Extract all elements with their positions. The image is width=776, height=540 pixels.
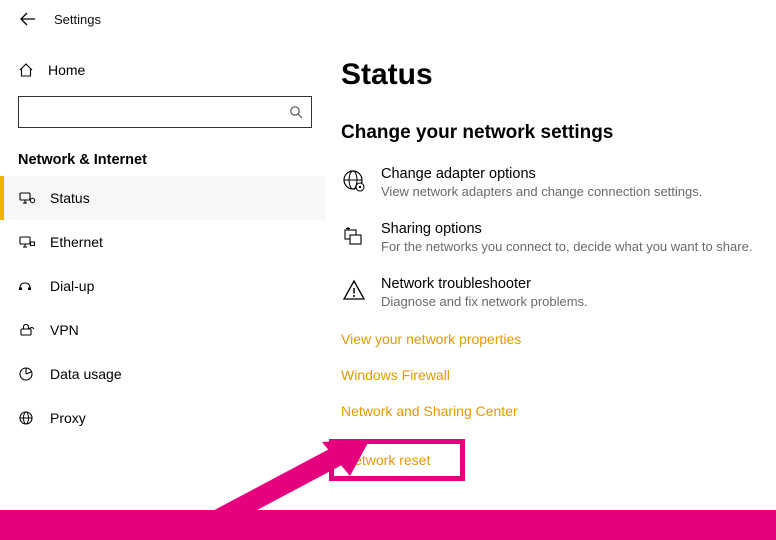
option-desc: For the networks you connect to, decide … bbox=[381, 239, 752, 254]
sidebar-item-label: Dial-up bbox=[50, 278, 94, 294]
link-view-properties[interactable]: View your network properties bbox=[341, 331, 521, 347]
option-desc: Diagnose and fix network problems. bbox=[381, 294, 588, 309]
sidebar-item-datausage[interactable]: Data usage bbox=[0, 352, 325, 396]
sidebar-item-label: Ethernet bbox=[50, 234, 103, 250]
home-icon bbox=[18, 62, 34, 78]
option-title: Network troubleshooter bbox=[381, 276, 588, 292]
option-desc: View network adapters and change connect… bbox=[381, 184, 702, 199]
window-title: Settings bbox=[54, 12, 101, 27]
back-button[interactable] bbox=[20, 11, 36, 27]
status-icon bbox=[18, 189, 36, 207]
globe-gear-icon bbox=[341, 168, 367, 194]
annotation-highlight: Network reset bbox=[329, 439, 465, 481]
sidebar-item-status[interactable]: Status bbox=[0, 176, 325, 220]
option-troubleshooter[interactable]: Network troubleshooter Diagnose and fix … bbox=[341, 276, 776, 309]
nav-home[interactable]: Home bbox=[0, 54, 325, 86]
link-windows-firewall[interactable]: Windows Firewall bbox=[341, 367, 450, 383]
sharing-icon bbox=[341, 223, 367, 249]
dialup-icon bbox=[18, 277, 36, 295]
nav-home-label: Home bbox=[48, 62, 85, 78]
option-title: Change adapter options bbox=[381, 166, 702, 182]
sidebar: Home Network & Internet Status Ethernet bbox=[0, 38, 325, 540]
annotation-band bbox=[0, 510, 776, 540]
sidebar-item-ethernet[interactable]: Ethernet bbox=[0, 220, 325, 264]
titlebar: Settings bbox=[0, 0, 776, 38]
sidebar-section-label: Network & Internet bbox=[0, 134, 325, 176]
data-usage-icon bbox=[18, 365, 36, 383]
sidebar-item-label: Proxy bbox=[50, 410, 86, 426]
search-input[interactable] bbox=[18, 96, 312, 128]
ethernet-icon bbox=[18, 233, 36, 251]
sidebar-item-dialup[interactable]: Dial-up bbox=[0, 264, 325, 308]
sidebar-item-label: VPN bbox=[50, 322, 79, 338]
arrow-left-icon bbox=[20, 12, 36, 26]
sidebar-item-vpn[interactable]: VPN bbox=[0, 308, 325, 352]
sidebar-item-label: Status bbox=[50, 190, 90, 206]
option-change-adapter[interactable]: Change adapter options View network adap… bbox=[341, 166, 776, 199]
page-heading: Status bbox=[341, 58, 776, 92]
vpn-icon bbox=[18, 321, 36, 339]
option-title: Sharing options bbox=[381, 221, 752, 237]
link-network-sharing-center[interactable]: Network and Sharing Center bbox=[341, 403, 518, 419]
main-panel: Status Change your network settings Chan… bbox=[325, 38, 776, 540]
sidebar-item-label: Data usage bbox=[50, 366, 122, 382]
sidebar-item-proxy[interactable]: Proxy bbox=[0, 396, 325, 440]
link-network-reset[interactable]: Network reset bbox=[344, 452, 430, 468]
page-subheading: Change your network settings bbox=[341, 122, 776, 144]
search-icon bbox=[289, 105, 303, 119]
warning-icon bbox=[341, 278, 367, 304]
option-sharing[interactable]: Sharing options For the networks you con… bbox=[341, 221, 776, 254]
proxy-icon bbox=[18, 409, 36, 427]
